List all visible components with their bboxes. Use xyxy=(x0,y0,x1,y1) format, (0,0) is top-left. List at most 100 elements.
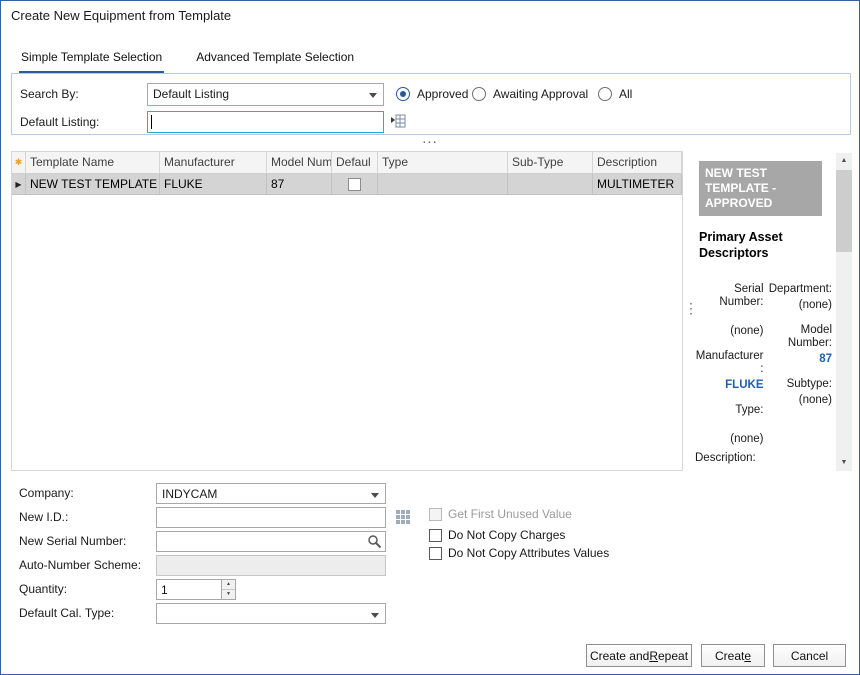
cell-model-num: 87 xyxy=(267,174,332,194)
spin-up-icon[interactable]: ▲ xyxy=(222,580,235,590)
create-equipment-dialog: Create New Equipment from Template Simpl… xyxy=(0,0,860,675)
text-caret xyxy=(151,115,152,129)
serial-number-value: (none) xyxy=(695,325,764,338)
do-not-copy-charges-label: Do Not Copy Charges xyxy=(448,529,565,542)
row-marker-icon: ▶ xyxy=(15,180,21,189)
new-id-input[interactable] xyxy=(157,508,385,527)
page-title: Create New Equipment from Template xyxy=(11,8,231,23)
company-label: Company: xyxy=(19,487,74,500)
chevron-down-icon xyxy=(371,613,379,618)
scroll-up-icon[interactable]: ▲ xyxy=(836,153,852,169)
new-serial-field-wrap xyxy=(156,531,386,552)
preview-right-column: Department: (none) Model Number: 87 Subt… xyxy=(764,271,833,446)
do-not-copy-attributes-label: Do Not Copy Attributes Values xyxy=(448,547,609,560)
search-by-dropdown[interactable]: Default Listing xyxy=(147,83,384,106)
horizontal-splitter[interactable]: ... xyxy=(1,135,859,143)
radio-awaiting-circle-icon xyxy=(472,87,486,101)
default-listing-input-wrap xyxy=(147,111,384,133)
cell-description: MULTIMETER xyxy=(593,174,682,194)
create-label-mnemonic: e xyxy=(744,649,751,663)
template-preview-panel: NEW TEST TEMPLATE - APPROVED Primary Ass… xyxy=(693,153,852,471)
manufacturer-label: Manufacturer: xyxy=(695,350,764,376)
auto-number-scheme-label: Auto-Number Scheme: xyxy=(19,559,141,572)
search-by-value: Default Listing xyxy=(153,87,229,101)
preview-content: NEW TEST TEMPLATE - APPROVED Primary Ass… xyxy=(693,153,836,471)
spin-down-icon[interactable]: ▼ xyxy=(222,590,235,599)
radio-approved[interactable]: Approved xyxy=(396,87,468,101)
create-and-repeat-button[interactable]: Create and Repeat xyxy=(586,644,692,667)
subtype-label: Subtype: xyxy=(764,378,833,391)
preview-descriptors: Serial Number: (none) Manufacturer: FLUK… xyxy=(695,271,832,446)
row-indicator-cell: ▶ xyxy=(12,174,26,194)
table-row[interactable]: ▶ NEW TEST TEMPLATE FLUKE 87 MULTIMETER xyxy=(12,174,682,195)
type-value: (none) xyxy=(695,433,764,446)
get-first-unused-label: Get First Unused Value xyxy=(448,508,572,521)
create-button[interactable]: Create xyxy=(701,644,765,667)
radio-approved-label: Approved xyxy=(417,87,468,101)
auto-number-scheme-field-wrap xyxy=(156,555,386,576)
select-listing-icon[interactable] xyxy=(389,112,407,130)
cell-type xyxy=(378,174,508,194)
radio-all[interactable]: All xyxy=(598,87,632,101)
scroll-down-icon[interactable]: ▼ xyxy=(836,455,852,471)
search-icon[interactable] xyxy=(367,534,382,552)
radio-approved-circle-icon xyxy=(396,87,410,101)
new-serial-input[interactable] xyxy=(157,532,365,551)
radio-awaiting-label: Awaiting Approval xyxy=(493,87,588,101)
search-by-label: Search By: xyxy=(20,87,79,101)
default-cal-type-dropdown[interactable] xyxy=(156,603,386,624)
tab-bar: Simple Template Selection Advanced Templ… xyxy=(19,47,356,73)
quantity-stepper: ▲ ▼ xyxy=(156,579,236,600)
default-listing-input[interactable] xyxy=(148,112,383,132)
department-label: Department: xyxy=(764,283,833,296)
radio-all-circle-icon xyxy=(598,87,612,101)
quantity-input[interactable] xyxy=(157,580,219,599)
default-cal-type-label: Default Cal. Type: xyxy=(19,607,114,620)
do-not-copy-charges-checkbox[interactable] xyxy=(429,529,442,542)
type-label: Type: xyxy=(695,404,764,417)
tab-advanced-template-selection[interactable]: Advanced Template Selection xyxy=(194,47,356,73)
column-header-description[interactable]: Description xyxy=(593,152,682,173)
new-id-field-wrap xyxy=(156,507,386,528)
column-header-sub-type[interactable]: Sub-Type xyxy=(508,152,593,173)
column-header-manufacturer[interactable]: Manufacturer xyxy=(160,152,267,173)
auto-number-grid-icon[interactable] xyxy=(395,509,411,525)
chevron-down-icon xyxy=(369,93,377,98)
column-header-default[interactable]: Defaul xyxy=(332,152,378,173)
star-column-header[interactable]: ✱ xyxy=(12,152,26,173)
serial-number-label: Serial Number: xyxy=(695,283,764,309)
grid-header: ✱ Template Name Manufacturer Model Num. … xyxy=(12,152,682,174)
quantity-label: Quantity: xyxy=(19,583,67,596)
company-dropdown[interactable]: INDYCAM xyxy=(156,483,386,504)
tab-simple-template-selection[interactable]: Simple Template Selection xyxy=(19,47,164,73)
create-repeat-label-post: epeat xyxy=(658,649,688,663)
search-section: Search By: Default Listing Approved Awai… xyxy=(11,73,851,135)
manufacturer-value: FLUKE xyxy=(695,379,764,392)
cell-manufacturer: FLUKE xyxy=(160,174,267,194)
company-value: INDYCAM xyxy=(162,487,217,501)
new-serial-number-label: New Serial Number: xyxy=(19,535,126,548)
get-first-unused-checkbox xyxy=(429,508,442,521)
cell-default xyxy=(332,174,378,194)
preview-scrollbar[interactable]: ▲ ▼ xyxy=(836,153,852,471)
cell-template-name: NEW TEST TEMPLATE xyxy=(26,174,160,194)
cancel-label: Cancel xyxy=(791,649,828,663)
required-star-icon: ✱ xyxy=(15,157,23,167)
column-header-template-name[interactable]: Template Name xyxy=(26,152,160,173)
checkbox-do-not-copy-charges[interactable]: Do Not Copy Charges xyxy=(429,529,565,542)
preview-left-column: Serial Number: (none) Manufacturer: FLUK… xyxy=(695,271,764,446)
create-label-pre: Creat xyxy=(715,649,744,663)
model-number-label: Model Number: xyxy=(764,324,833,350)
cancel-button[interactable]: Cancel xyxy=(773,644,846,667)
checkbox-get-first-unused-value: Get First Unused Value xyxy=(429,508,572,521)
create-repeat-label-pre: Create and xyxy=(590,649,649,663)
auto-number-scheme-input xyxy=(157,556,385,575)
radio-awaiting-approval[interactable]: Awaiting Approval xyxy=(472,87,588,101)
column-header-model-num[interactable]: Model Num. xyxy=(267,152,332,173)
checkbox-do-not-copy-attributes[interactable]: Do Not Copy Attributes Values xyxy=(429,547,609,560)
do-not-copy-attributes-checkbox[interactable] xyxy=(429,547,442,560)
template-grid: ✱ Template Name Manufacturer Model Num. … xyxy=(11,151,683,471)
default-checkbox[interactable] xyxy=(348,178,361,191)
column-header-type[interactable]: Type xyxy=(378,152,508,173)
scrollbar-thumb[interactable] xyxy=(836,170,852,252)
